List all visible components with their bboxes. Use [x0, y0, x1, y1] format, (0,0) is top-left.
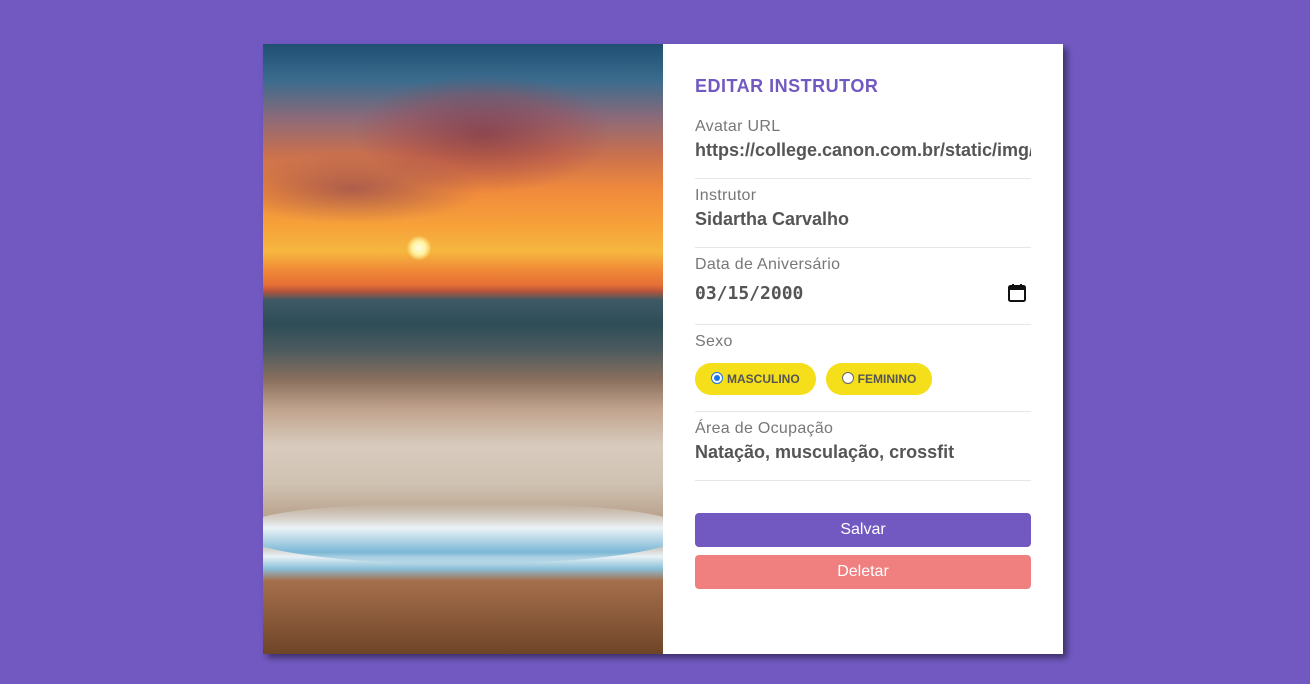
delete-button[interactable]: Deletar: [695, 555, 1031, 589]
gender-label: Sexo: [695, 333, 733, 350]
gender-option-feminino[interactable]: FEMININO: [825, 363, 933, 395]
avatar-url-label: Avatar URL: [695, 118, 781, 135]
avatar-url-field: Avatar URL https://college.canon.com.br/…: [695, 110, 1031, 179]
instructor-name-input[interactable]: Sidartha Carvalho: [695, 207, 1031, 231]
calendar-icon[interactable]: [1007, 283, 1027, 303]
gender-option-masculino-label: MASCULINO: [727, 372, 800, 386]
instructor-avatar-image: [263, 44, 663, 654]
gender-option-feminino-label: FEMININO: [857, 372, 917, 386]
radio-feminino[interactable]: [841, 372, 854, 384]
birth-date-value: 03/15/2000: [695, 282, 804, 304]
instructor-card: EDITAR INSTRUTOR Avatar URL https://coll…: [263, 44, 1063, 654]
sun: [407, 236, 431, 260]
birth-date-input[interactable]: 03/15/2000: [695, 278, 1031, 308]
gender-field: Sexo MASCULINO FEMININO: [695, 325, 1031, 412]
edit-instructor-form: EDITAR INSTRUTOR Avatar URL https://coll…: [663, 44, 1063, 654]
form-actions: Salvar Deletar: [695, 513, 1031, 589]
avatar-url-input[interactable]: https://college.canon.com.br/static/img/: [695, 138, 1031, 162]
birth-date-field: Data de Aniversário 03/15/2000: [695, 248, 1031, 325]
wave-foam: [263, 504, 663, 564]
form-title: EDITAR INSTRUTOR: [695, 76, 879, 96]
radio-masculino[interactable]: [711, 372, 723, 384]
birth-date-label: Data de Aniversário: [695, 256, 841, 273]
instructor-name-label: Instrutor: [695, 187, 757, 204]
services-input[interactable]: Natação, musculação, crossfit: [695, 440, 1031, 464]
instructor-name-field: Instrutor Sidartha Carvalho: [695, 179, 1031, 248]
gender-option-masculino[interactable]: MASCULINO: [695, 363, 816, 395]
services-label: Área de Ocupação: [695, 420, 834, 437]
services-field: Área de Ocupação Natação, musculação, cr…: [695, 412, 1031, 481]
gender-radio-group: MASCULINO FEMININO: [695, 363, 1031, 395]
save-button[interactable]: Salvar: [695, 513, 1031, 547]
